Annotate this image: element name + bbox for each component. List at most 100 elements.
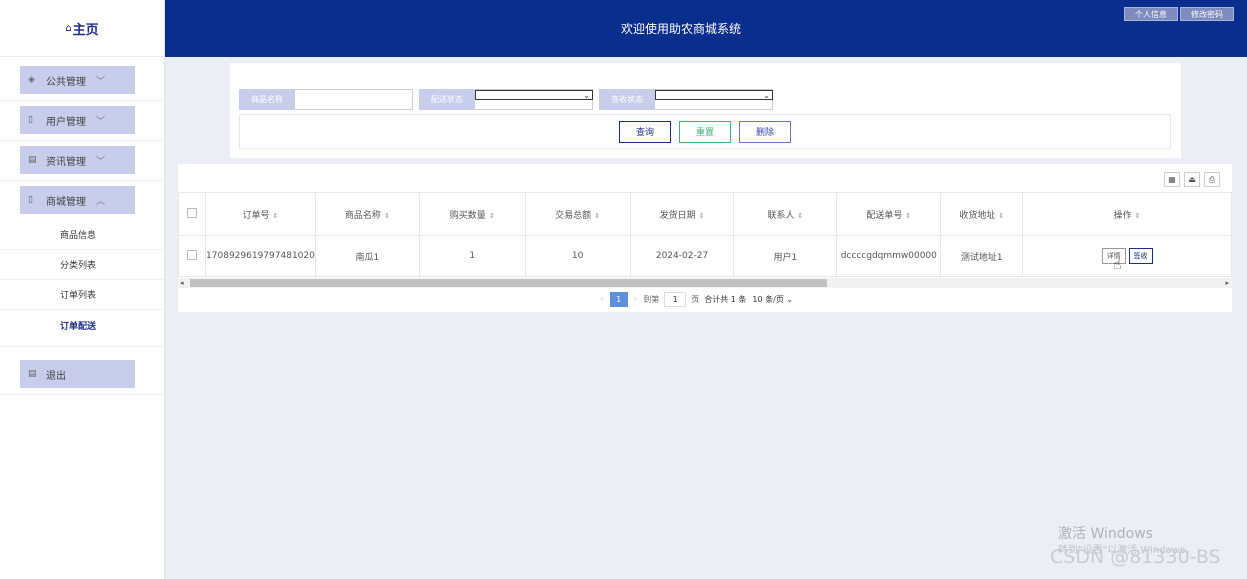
cell-ship-date: 2024-02-27: [629, 235, 735, 277]
mall-submenu: 商品信息 分类列表 订单列表 订单配送: [0, 220, 164, 340]
main-content: 商品名称 配送状态 ⌄ 签收状态 ⌄ 查询 重置 删除 ▦ ⏏ ⎙ 订单号 ⇕ …: [165, 57, 1247, 579]
sort-icon: ⇕: [998, 211, 1005, 220]
sort-icon: ⇕: [698, 211, 705, 220]
sign-button[interactable]: 签收: [1128, 248, 1153, 264]
chevron-down-icon: ⌄: [783, 295, 794, 304]
header-actions: 个人信息 修改密码: [1122, 7, 1234, 21]
sort-icon: ⇕: [594, 211, 601, 220]
col-label: 配送单号: [866, 210, 903, 221]
col-address[interactable]: 收货地址 ⇕: [940, 192, 1024, 236]
page-size-value: 10 条/页: [752, 295, 784, 304]
app-window: ⌂ 主页 ◈ 公共管理 ﹀ ▯ 用户管理 ﹀ ▤ 资讯管理 ﹀ ▯ 商城管理 ︿…: [0, 0, 1247, 579]
page-unit-label: 页: [691, 295, 700, 304]
pagination: ‹ 1 › 到第 1 页 合计共 1 条 10 条/页 ⌄: [594, 292, 793, 307]
query-button[interactable]: 查询: [618, 120, 671, 143]
scroll-right-icon[interactable]: ▸: [1225, 278, 1229, 288]
print-icon[interactable]: ⎙: [1204, 172, 1220, 187]
menu-news-label: 资讯管理: [46, 156, 86, 168]
col-label: 商品名称: [344, 210, 381, 221]
page-title: 欢迎使用助农商城系统: [620, 22, 741, 36]
col-label: 购买数量: [449, 210, 486, 221]
home-link[interactable]: ⌂ 主页: [0, 0, 164, 57]
table-row: 1708929619797481020 南瓜1 1 10 2024-02-27 …: [178, 235, 1232, 277]
chevron-down-icon: ﹀: [96, 76, 106, 87]
csdn-watermark: CSDN @81330-BS: [1050, 546, 1221, 568]
personal-info-button[interactable]: 个人信息: [1124, 7, 1178, 21]
cell-contact: 用户1: [733, 235, 838, 277]
cell-actions: 详情 签收: [1022, 235, 1232, 277]
col-label: 发货日期: [659, 210, 696, 221]
horizontal-scrollbar[interactable]: ◂ ▸: [178, 278, 1232, 288]
col-total[interactable]: 交易总额 ⇕: [524, 192, 631, 236]
menu-public[interactable]: ◈ 公共管理 ﹀: [20, 66, 135, 94]
chevron-down-icon: ⌄: [655, 90, 773, 100]
current-page[interactable]: 1: [609, 292, 628, 307]
sort-icon: ⇕: [905, 211, 912, 220]
select-all-checkbox[interactable]: [186, 207, 197, 218]
table-panel: ▦ ⏏ ⎙ 订单号 ⇕ 商品名称 ⇕ 购买数量 ⇕ 交易总额 ⇕ 发货日期 ⇕ 联系人 ⇕ …: [178, 164, 1232, 312]
goto-page-input[interactable]: 1: [664, 292, 687, 307]
change-password-button[interactable]: 修改密码: [1180, 7, 1234, 21]
menu-mall-label: 商城管理: [46, 196, 86, 208]
col-product[interactable]: 商品名称 ⇕: [314, 192, 420, 236]
chevron-up-icon: ︿: [96, 196, 106, 207]
menu-group-news: ▤ 资讯管理 ﹀: [0, 141, 164, 181]
col-label: 订单号: [242, 210, 270, 221]
scroll-left-icon[interactable]: ◂: [180, 278, 184, 288]
receipt-status-select[interactable]: ⌄: [655, 89, 773, 110]
menu-group-logout: ▤ 退出: [0, 355, 164, 395]
sidebar-item-products[interactable]: 商品信息: [0, 220, 164, 250]
col-label: 操作: [1113, 210, 1132, 221]
cell-tracking: dccccgdqmmw00000: [836, 235, 942, 277]
sidebar-item-orders[interactable]: 订单列表: [0, 280, 164, 310]
search-panel: 商品名称 配送状态 ⌄ 签收状态 ⌄ 查询 重置 删除: [230, 63, 1181, 158]
cell-total: 10: [524, 235, 631, 277]
sort-icon: ⇕: [272, 211, 279, 220]
menu-group-mall: ▯ 商城管理 ︿ 商品信息 分类列表 订单列表 订单配送: [0, 181, 164, 347]
sort-icon: ⇕: [797, 211, 804, 220]
col-order-no[interactable]: 订单号 ⇕: [204, 192, 316, 236]
delivery-status-label: 配送状态: [419, 89, 475, 110]
top-header: 欢迎使用助农商城系统 个人信息 修改密码: [165, 0, 1247, 57]
col-quantity[interactable]: 购买数量 ⇕: [418, 192, 526, 236]
orders-table: 订单号 ⇕ 商品名称 ⇕ 购买数量 ⇕ 交易总额 ⇕ 发货日期 ⇕ 联系人 ⇕ 配送单号 ⇕ …: [178, 192, 1232, 277]
prev-page-icon[interactable]: ‹: [600, 295, 604, 305]
cell-order-no: 1708929619797481020: [204, 235, 316, 277]
layers-icon: ◈: [28, 75, 35, 85]
menu-users[interactable]: ▯ 用户管理 ﹀: [20, 106, 135, 134]
menu-news[interactable]: ▤ 资讯管理 ﹀: [20, 146, 135, 174]
menu-mall[interactable]: ▯ 商城管理 ︿: [20, 186, 135, 214]
product-name-input[interactable]: [295, 89, 413, 110]
page-size-select[interactable]: 10 条/页 ⌄: [752, 294, 793, 305]
delivery-status-select[interactable]: ⌄: [475, 89, 593, 110]
table-header-row: 订单号 ⇕ 商品名称 ⇕ 购买数量 ⇕ 交易总额 ⇕ 发货日期 ⇕ 联系人 ⇕ 配送单号 ⇕ …: [178, 192, 1232, 236]
columns-icon[interactable]: ▦: [1164, 172, 1180, 187]
col-actions[interactable]: 操作 ⇕: [1022, 192, 1232, 236]
sort-icon: ⇕: [383, 211, 390, 220]
col-tracking[interactable]: 配送单号 ⇕: [836, 192, 942, 236]
reset-button[interactable]: 重置: [678, 120, 731, 143]
menu-logout[interactable]: ▤ 退出: [20, 360, 135, 388]
row-checkbox[interactable]: [186, 249, 197, 260]
cell-quantity: 1: [418, 235, 526, 277]
receipt-status-label: 签收状态: [599, 89, 655, 110]
col-contact[interactable]: 联系人 ⇕: [733, 192, 838, 236]
scroll-thumb[interactable]: [190, 279, 827, 287]
table-tools: ▦ ⏏ ⎙: [1160, 172, 1220, 187]
menu-group-users: ▯ 用户管理 ﹀: [0, 101, 164, 141]
col-label: 收货地址: [959, 210, 996, 221]
home-label: 主页: [72, 22, 99, 38]
row-select-cell: [178, 235, 206, 277]
menu-logout-label: 退出: [46, 370, 66, 382]
total-count: 合计共 1 条: [704, 295, 747, 304]
col-ship-date[interactable]: 发货日期 ⇕: [629, 192, 735, 236]
menu-group-public: ◈ 公共管理 ﹀: [0, 61, 164, 101]
sort-icon: ⇕: [1134, 211, 1141, 220]
sidebar-item-order-delivery[interactable]: 订单配送: [0, 310, 164, 340]
cell-address: 测试地址1: [940, 235, 1024, 277]
export-icon[interactable]: ⏏: [1184, 172, 1200, 187]
next-page-icon[interactable]: ›: [634, 295, 638, 305]
sidebar-item-categories[interactable]: 分类列表: [0, 250, 164, 280]
delete-button[interactable]: 删除: [739, 120, 792, 143]
menu-public-label: 公共管理: [46, 76, 86, 88]
